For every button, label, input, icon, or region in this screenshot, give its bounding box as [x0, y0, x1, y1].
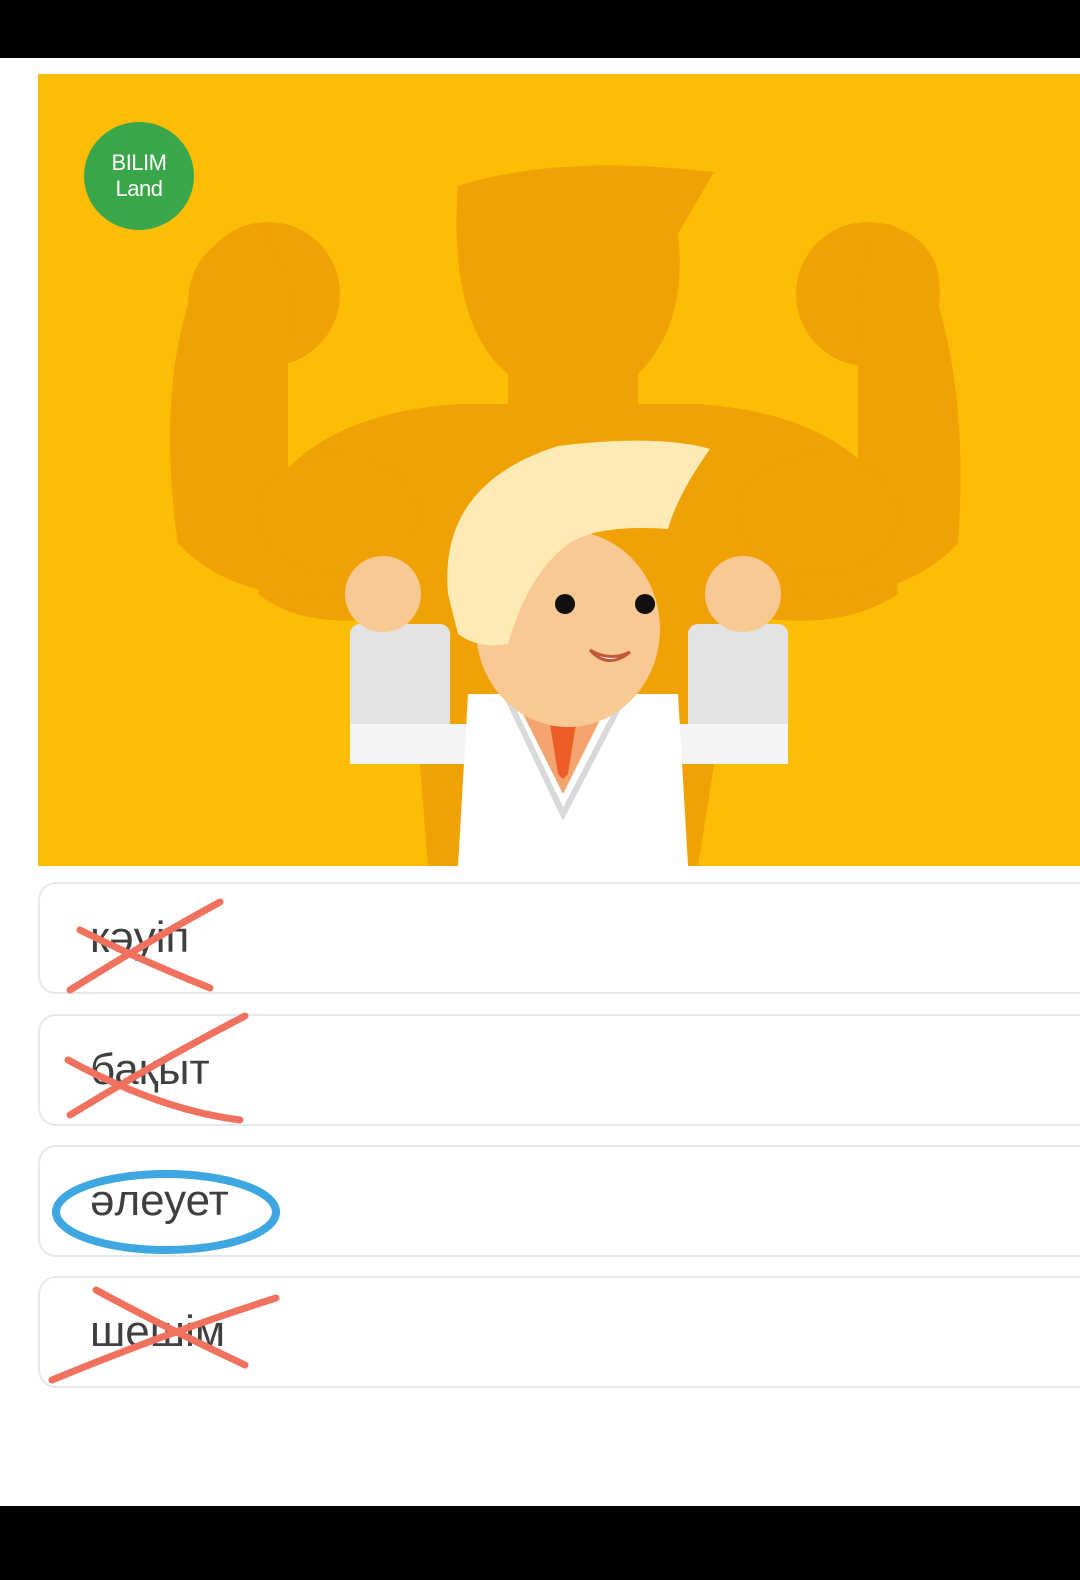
bilim-land-logo: BILIM Land	[84, 122, 194, 230]
answer-option-1[interactable]: кәуіп	[38, 882, 1080, 994]
quiz-illustration	[38, 74, 1080, 866]
logo-text-line1: BILIM	[111, 150, 167, 175]
navigation-bar	[0, 1506, 1080, 1580]
logo-text-line2: Land	[115, 176, 163, 201]
answer-option-2[interactable]: бақыт	[38, 1014, 1080, 1126]
answer-option-label: бақыт	[90, 1045, 210, 1094]
answer-option-label: әлеует	[90, 1176, 229, 1225]
answer-option-3[interactable]: әлеует	[38, 1145, 1080, 1257]
strong-scientist-illustration	[170, 165, 961, 866]
answer-option-label: кәуіп	[90, 913, 190, 962]
answer-option-4[interactable]: шешім	[38, 1276, 1080, 1388]
answer-option-label: шешім	[90, 1307, 226, 1356]
status-bar	[0, 0, 1080, 58]
